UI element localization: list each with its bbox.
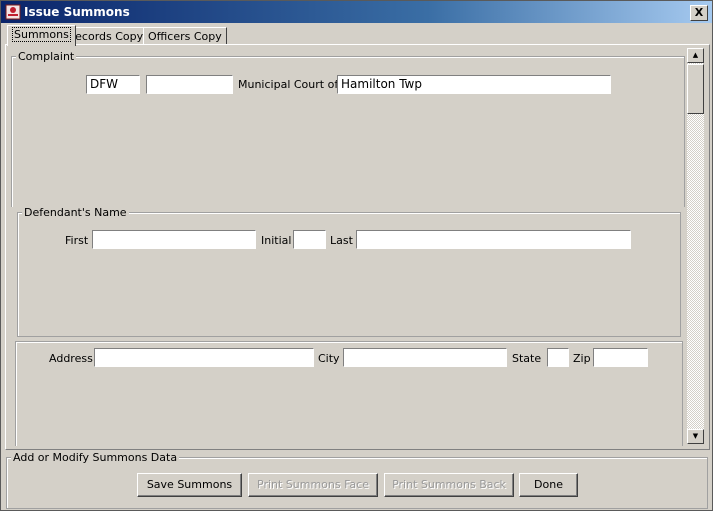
initial-label: Initial xyxy=(261,234,292,247)
done-button[interactable]: Done xyxy=(519,473,578,497)
tab-summons-label: Summons xyxy=(12,27,71,42)
initial-field[interactable] xyxy=(293,230,326,249)
last-name-field[interactable] xyxy=(356,230,631,249)
scroll-down-button[interactable]: ▼ xyxy=(687,429,704,444)
tab-officers-copy[interactable]: Officers Copy xyxy=(143,27,227,45)
window-title: Issue Summons xyxy=(24,5,130,19)
scroll-up-button[interactable]: ▲ xyxy=(687,48,704,63)
issue-summons-window: Issue Summons X Summons Records Copy Off… xyxy=(0,0,713,511)
tab-summons[interactable]: Summons xyxy=(7,25,76,46)
zip-field[interactable] xyxy=(593,348,648,367)
court-field[interactable]: Hamilton Twp xyxy=(337,75,611,94)
print-summons-back-button[interactable]: Print Summons Back xyxy=(384,473,514,497)
first-name-field[interactable] xyxy=(92,230,256,249)
city-label: City xyxy=(318,352,340,365)
vertical-scrollbar[interactable]: ▲ ▼ xyxy=(687,48,704,444)
close-button[interactable]: X xyxy=(690,5,708,21)
complaint-number-field[interactable] xyxy=(146,75,233,94)
title-bar[interactable]: Issue Summons X xyxy=(1,1,712,23)
complaint-prefix-field[interactable]: DFW xyxy=(86,75,140,94)
app-icon xyxy=(5,4,21,20)
scroll-thumb[interactable] xyxy=(687,64,704,114)
state-field[interactable] xyxy=(547,348,569,367)
state-label: State xyxy=(512,352,542,365)
actions-title: Add or Modify Summons Data xyxy=(11,451,180,464)
zip-label: Zip xyxy=(573,352,591,365)
first-label: First xyxy=(65,234,89,247)
complaint-title: Complaint xyxy=(16,50,77,63)
city-field[interactable] xyxy=(343,348,507,367)
court-label: Municipal Court of: xyxy=(238,78,342,91)
save-summons-button[interactable]: Save Summons xyxy=(137,473,242,497)
print-summons-face-button[interactable]: Print Summons Face xyxy=(248,473,378,497)
defendant-title: Defendant's Name xyxy=(22,206,129,219)
address-field[interactable] xyxy=(94,348,314,367)
last-label: Last xyxy=(330,234,353,247)
address-label: Address xyxy=(49,352,93,365)
